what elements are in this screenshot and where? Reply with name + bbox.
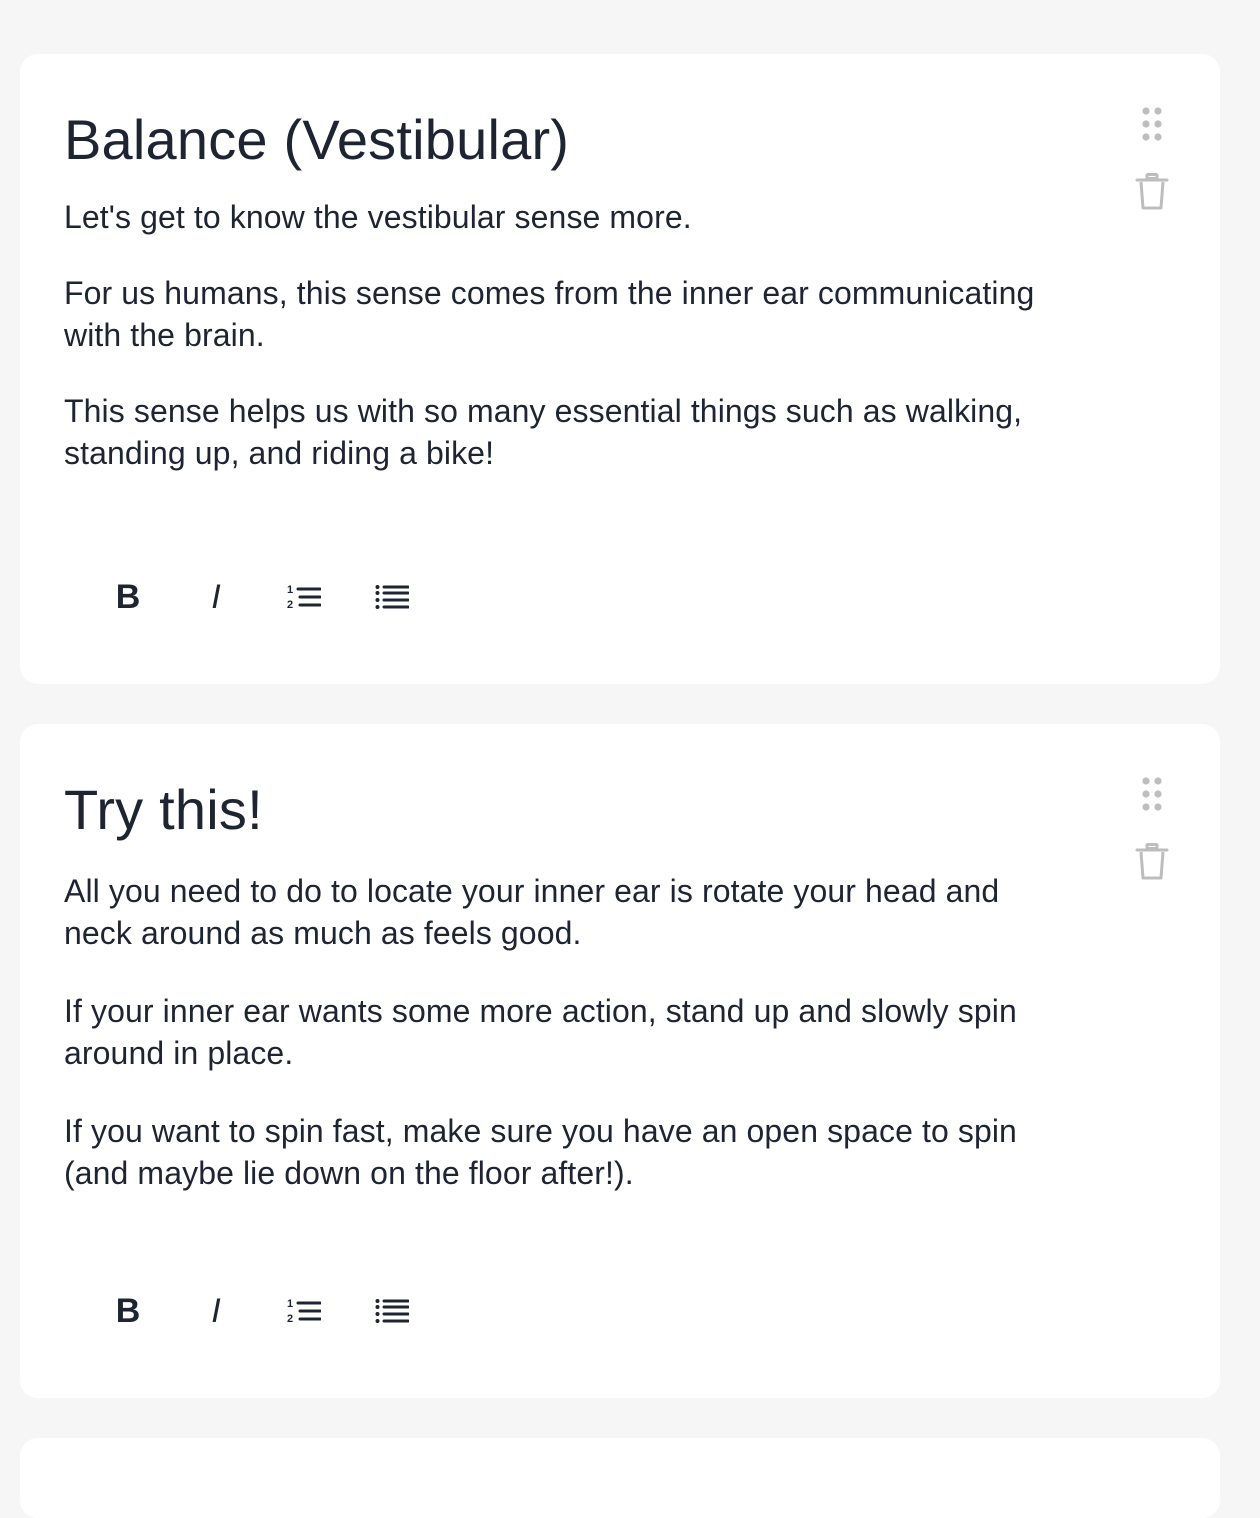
italic-button[interactable]: I (172, 576, 260, 618)
card-title[interactable]: Balance (Vestibular) (64, 100, 1074, 180)
bullet-list-icon (375, 1299, 409, 1323)
card-paragraph[interactable]: This sense helps us with so many essenti… (64, 390, 1074, 474)
content-card: Balance (Vestibular) Let's get to know t… (20, 54, 1220, 684)
card-editor[interactable]: Balance (Vestibular) Let's get to know t… (64, 100, 1074, 474)
formatting-toolbar: B I 1 2 (84, 1290, 436, 1332)
card-editor[interactable]: Try this! All you need to do to locate y… (64, 770, 1074, 1194)
bullet-list-icon (375, 585, 409, 609)
ordered-list-icon: 1 2 (287, 1298, 321, 1325)
drag-handle-icon (1142, 777, 1162, 811)
ordered-list-icon: 1 2 (287, 584, 321, 611)
formatting-toolbar: B I 1 2 (84, 576, 436, 618)
delete-button[interactable] (1132, 840, 1172, 884)
drag-handle-button[interactable] (1132, 774, 1172, 814)
bold-button[interactable]: B (84, 576, 172, 618)
content-card (20, 1438, 1220, 1518)
bullet-list-button[interactable] (348, 576, 436, 618)
card-title[interactable]: Try this! (64, 770, 1074, 850)
bold-icon: B (115, 1292, 141, 1330)
svg-text:2: 2 (287, 1313, 293, 1325)
card-actions (1132, 774, 1172, 884)
svg-text:2: 2 (287, 599, 293, 611)
drag-handle-button[interactable] (1132, 104, 1172, 144)
italic-button[interactable]: I (172, 1290, 260, 1332)
trash-icon (1135, 843, 1169, 880)
svg-text:1: 1 (287, 584, 293, 596)
content-card: Try this! All you need to do to locate y… (20, 724, 1220, 1398)
card-paragraph[interactable]: Let's get to know the vestibular sense m… (64, 196, 1074, 238)
drag-handle-icon (1142, 107, 1162, 141)
trash-icon (1135, 173, 1169, 210)
bullet-list-button[interactable] (348, 1290, 436, 1332)
card-paragraph[interactable]: If your inner ear wants some more action… (64, 990, 1074, 1074)
delete-button[interactable] (1132, 170, 1172, 214)
ordered-list-button[interactable]: 1 2 (260, 1290, 348, 1332)
bold-button[interactable]: B (84, 1290, 172, 1332)
italic-icon: I (211, 1292, 221, 1330)
ordered-list-button[interactable]: 1 2 (260, 576, 348, 618)
card-paragraph[interactable]: If you want to spin fast, make sure you … (64, 1110, 1074, 1194)
bold-icon: B (115, 578, 141, 616)
card-paragraph[interactable]: All you need to do to locate your inner … (64, 870, 1074, 954)
svg-text:1: 1 (287, 1298, 293, 1310)
card-paragraph[interactable]: For us humans, this sense comes from the… (64, 272, 1074, 356)
card-actions (1132, 104, 1172, 214)
italic-icon: I (211, 578, 221, 616)
